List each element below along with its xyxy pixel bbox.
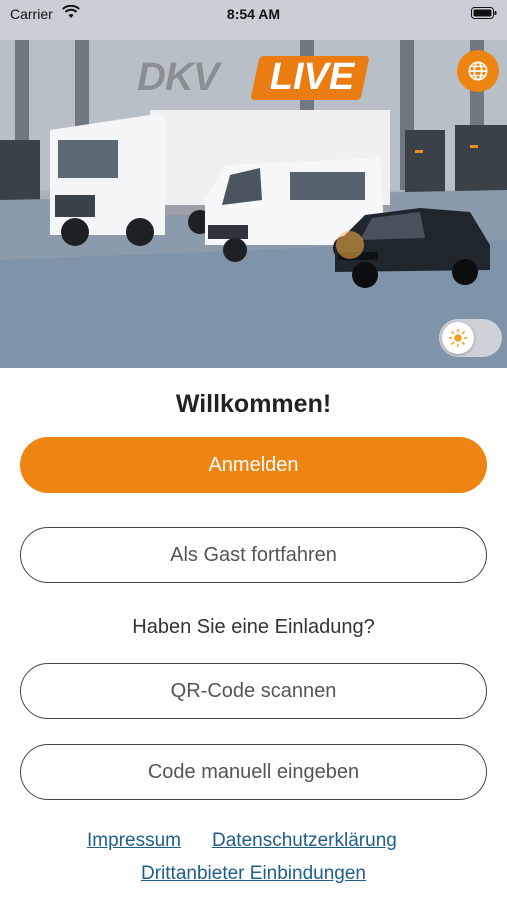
status-bar: Carrier 8:54 AM [0, 0, 507, 30]
language-button[interactable] [457, 50, 499, 92]
hero-image: Carrier 8:54 AM DKV LIVE [0, 0, 507, 368]
status-time: 8:54 AM [226, 6, 281, 22]
login-button[interactable]: Anmelden [20, 437, 487, 493]
battery-icon [471, 7, 497, 19]
invite-question: Haben Sie eine Einladung? [132, 616, 375, 638]
theme-toggle-knob [442, 322, 474, 354]
third-party-link[interactable]: Drittanbieter Einbindungen [0, 863, 507, 885]
guest-button[interactable]: Als Gast fortfahren [20, 527, 487, 583]
logo-dkv-text: DKV [137, 55, 219, 99]
impressum-link[interactable]: Impressum [87, 830, 181, 852]
dkv-live-logo: DKV LIVE [137, 53, 370, 101]
scan-qr-button[interactable]: QR-Code scannen [20, 663, 487, 719]
theme-toggle[interactable] [439, 319, 502, 357]
privacy-policy-link[interactable]: Datenschutzerklärung [212, 830, 397, 852]
logo-live-text: LIVE [269, 56, 355, 98]
sun-icon [448, 328, 468, 348]
welcome-title: Willkommen! [175, 390, 332, 418]
enter-code-button[interactable]: Code manuell eingeben [20, 744, 487, 800]
globe-icon [468, 61, 488, 81]
